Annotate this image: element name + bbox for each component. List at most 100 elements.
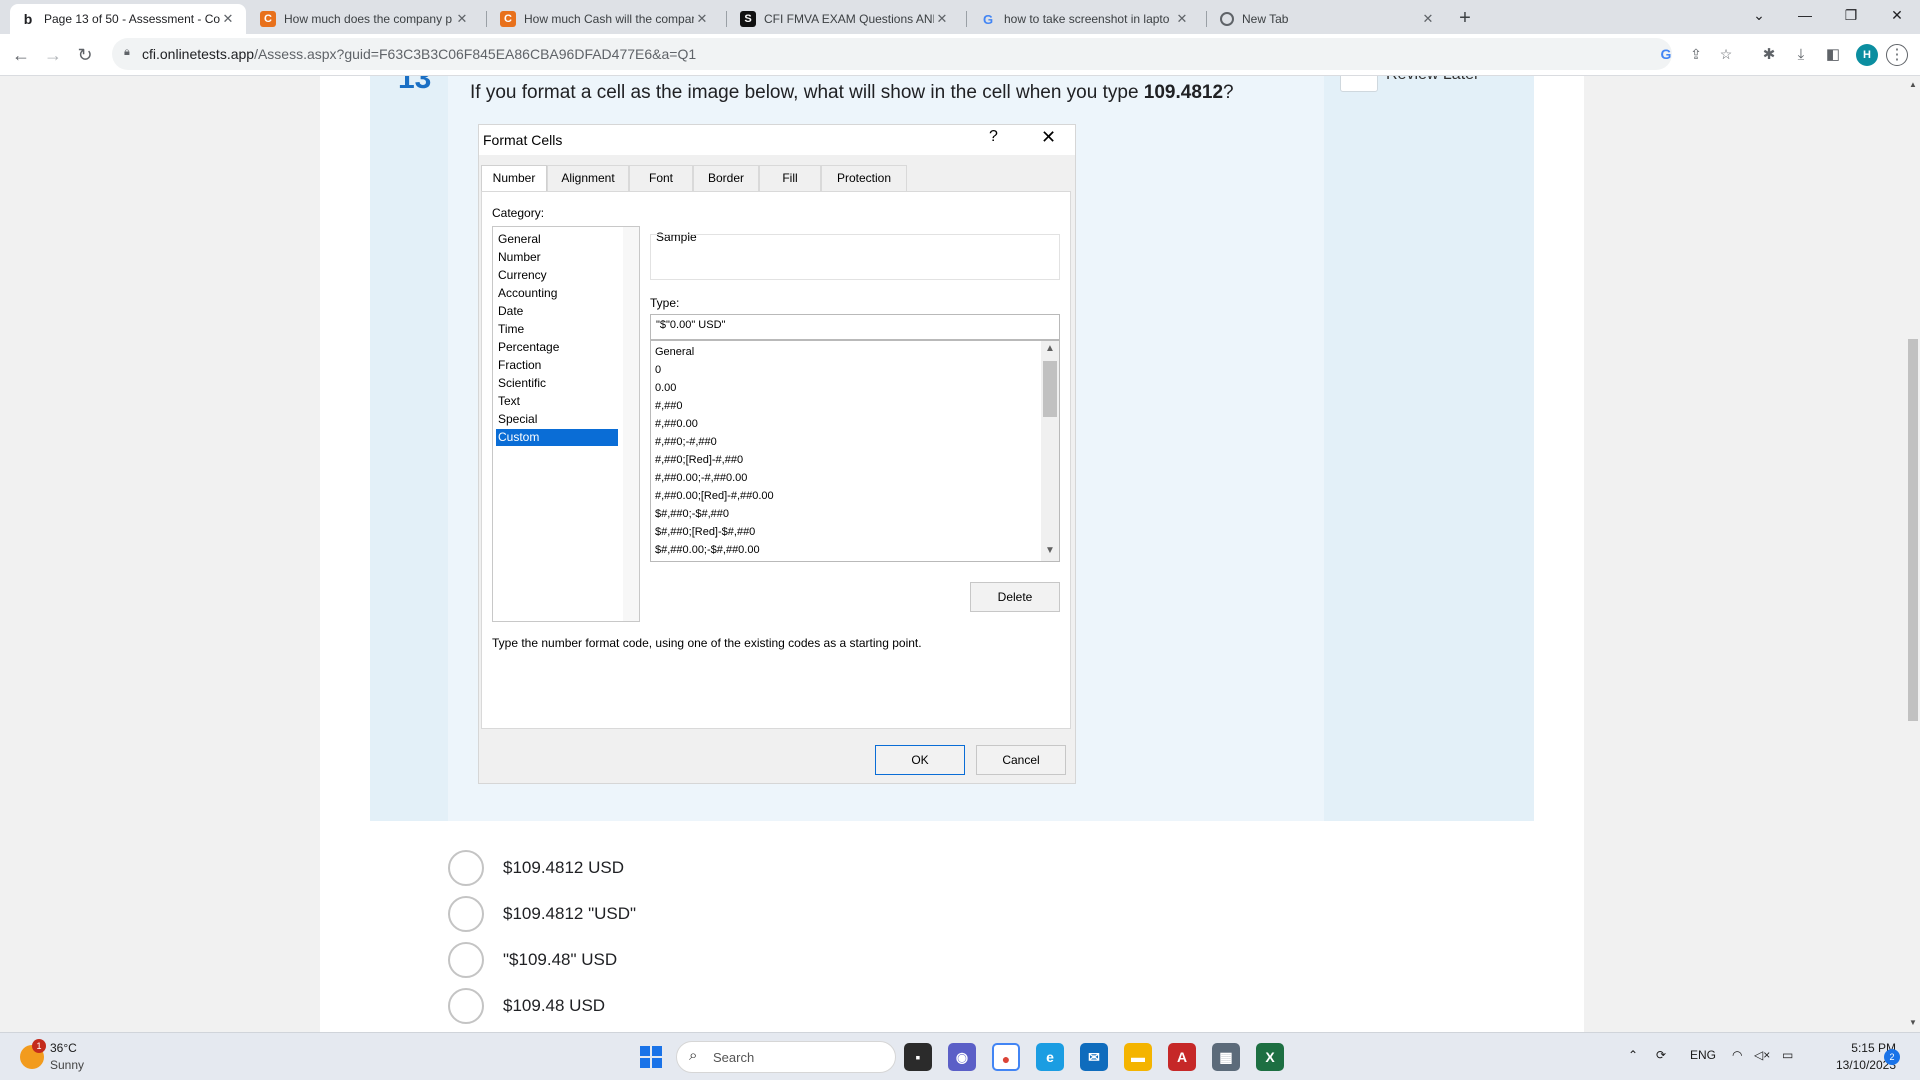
scroll-up-icon[interactable]: ▲ [1906,80,1920,89]
acrobat-icon[interactable]: A [1168,1043,1196,1071]
forward-arrow-icon[interactable]: → [40,42,66,68]
tab-search-icon[interactable]: ⌄ [1736,0,1782,34]
category-item-selected: Custom [496,429,618,446]
answer-radio[interactable] [448,988,484,1024]
windows-start-icon[interactable] [640,1046,662,1068]
file-explorer-icon[interactable]: ▬ [1124,1043,1152,1071]
reload-icon[interactable]: ↻ [72,42,98,68]
close-tab-icon[interactable]: ✕ [934,11,950,27]
scroll-up-icon: ▲ [1045,343,1055,354]
cancel-button: Cancel [976,745,1066,775]
answer-text[interactable]: "$109.48" USD [503,950,617,970]
review-later-checkbox[interactable] [1340,76,1378,92]
more-menu-icon[interactable]: ⋮ [1886,44,1908,66]
answer-option-4[interactable]: $109.48 USD [448,988,948,1028]
google-lens-icon[interactable]: G [1656,44,1676,64]
notification-badge[interactable]: 2 [1884,1049,1900,1065]
review-later-label[interactable]: Review Later [1386,76,1479,84]
browser-tab-company[interactable]: C How much does the company p ✕ [250,4,480,34]
excel-icon[interactable]: X [1256,1043,1284,1071]
browser-tab-new[interactable]: New Tab ✕ [1210,4,1446,34]
tab-fill: Fill [759,165,821,191]
answer-text[interactable]: $109.4812 USD [503,858,624,878]
close-icon: ✕ [1041,127,1057,147]
question-text-main: If you format a cell as the image below,… [470,82,1144,103]
format-item: #,##0.00;-#,##0.00 [655,472,748,484]
browser-tab-bar: b Page 13 of 50 - Assessment - Co ✕ C Ho… [0,0,1920,34]
close-tab-icon[interactable]: ✕ [220,11,236,27]
url-host: cfi.onlinetests.app [142,46,255,62]
answer-radio[interactable] [448,850,484,886]
temperature[interactable]: 36°C [50,1041,77,1055]
answer-option-2[interactable]: $109.4812 "USD" [448,896,948,936]
category-item: General [498,232,541,246]
category-item: Fraction [498,358,542,372]
restore-button[interactable]: ❐ [1828,0,1874,34]
answer-option-1[interactable]: $109.4812 USD [448,850,948,890]
browser-tab-cash[interactable]: C How much Cash will the compar ✕ [490,4,720,34]
scroll-down-icon[interactable]: ▼ [1906,1018,1920,1027]
bookmark-star-icon[interactable]: ☆ [1716,44,1736,64]
teams-chat-icon[interactable]: ◉ [948,1043,976,1071]
close-tab-icon[interactable]: ✕ [1420,11,1436,27]
category-item: Text [498,394,521,408]
page-scroll-thumb[interactable] [1908,339,1918,721]
calculator-icon[interactable]: ▦ [1212,1043,1240,1071]
answer-text[interactable]: $109.48 USD [503,996,605,1016]
volume-muted-icon[interactable]: ◁× [1754,1048,1770,1062]
side-panel-icon[interactable]: ◧ [1822,44,1844,66]
minimize-button[interactable]: — [1782,0,1828,34]
answer-radio[interactable] [448,896,484,932]
answer-option-3[interactable]: "$109.48" USD [448,942,948,982]
tray-chevron-icon[interactable]: ⌃ [1628,1048,1638,1062]
tab-protection: Protection [821,165,907,191]
url-path: /Assess.aspx?guid=F63C3B3C06F845EA86CBA9… [254,46,697,62]
tab-separator [966,11,967,27]
scroll-down-icon: ▼ [1045,545,1055,556]
tab-separator [1206,11,1207,27]
search-icon: ⌕ [689,1047,698,1064]
format-item: 0.00 [655,382,677,394]
battery-icon[interactable]: ▭ [1782,1048,1793,1062]
back-arrow-icon[interactable]: ← [8,42,34,68]
sync-icon[interactable]: ⟳ [1656,1048,1666,1062]
mail-icon[interactable]: ✉ [1080,1043,1108,1071]
chrome-app-icon[interactable]: ● [992,1043,1020,1071]
weather-condition[interactable]: Sunny [50,1058,84,1072]
format-item: #,##0;-#,##0 [655,436,717,448]
task-view-icon[interactable]: ▪ [904,1043,932,1071]
page-scrollbar[interactable]: ▲ ▼ [1906,76,1920,1032]
question-mark: ? [1223,82,1234,103]
format-hint: Type the number format code, using one o… [492,636,922,650]
close-window-button[interactable]: ✕ [1874,0,1920,34]
download-icon[interactable]: ⤓ [1790,44,1812,66]
answer-text[interactable]: $109.4812 "USD" [503,904,636,924]
answer-radio[interactable] [448,942,484,978]
language-indicator[interactable]: ENG [1690,1048,1716,1062]
lock-icon[interactable]: 🔒︎ [124,46,138,60]
close-tab-icon[interactable]: ✕ [454,11,470,27]
wifi-icon[interactable]: ◠ [1732,1048,1742,1062]
cfi-icon: C [500,11,516,27]
browser-tab-exam[interactable]: S CFI FMVA EXAM Questions AND ✕ [730,4,960,34]
studocu-icon: S [740,11,756,27]
extensions-puzzle-icon[interactable]: ✱ [1758,44,1780,66]
new-tab-button[interactable]: + [1452,6,1478,32]
edge-icon[interactable]: e [1036,1043,1064,1071]
tab-border: Border [693,165,759,191]
browser-tab-screenshot[interactable]: G how to take screenshot in lapto ✕ [970,4,1200,34]
format-item: General [655,346,695,358]
tab-title: CFI FMVA EXAM Questions AND [764,12,934,26]
close-tab-icon[interactable]: ✕ [694,11,710,27]
profile-avatar[interactable]: H [1856,44,1878,66]
url-text[interactable]: cfi.onlinetests.app/Assess.aspx?guid=F63… [142,46,696,62]
taskbar-search[interactable]: ⌕ Search [676,1041,896,1073]
format-item: #,##0;[Red]-#,##0 [655,454,744,466]
close-tab-icon[interactable]: ✕ [1174,11,1190,27]
address-bar[interactable]: 🔒︎ cfi.onlinetests.app/Assess.aspx?guid=… [112,38,1732,70]
browser-tab-assessment[interactable]: b Page 13 of 50 - Assessment - Co ✕ [10,4,246,34]
tab-alignment: Alignment [547,165,629,191]
share-icon[interactable]: ⇪ [1686,44,1706,64]
search-placeholder: Search [713,1050,755,1065]
format-item: #,##0.00 [655,418,698,430]
